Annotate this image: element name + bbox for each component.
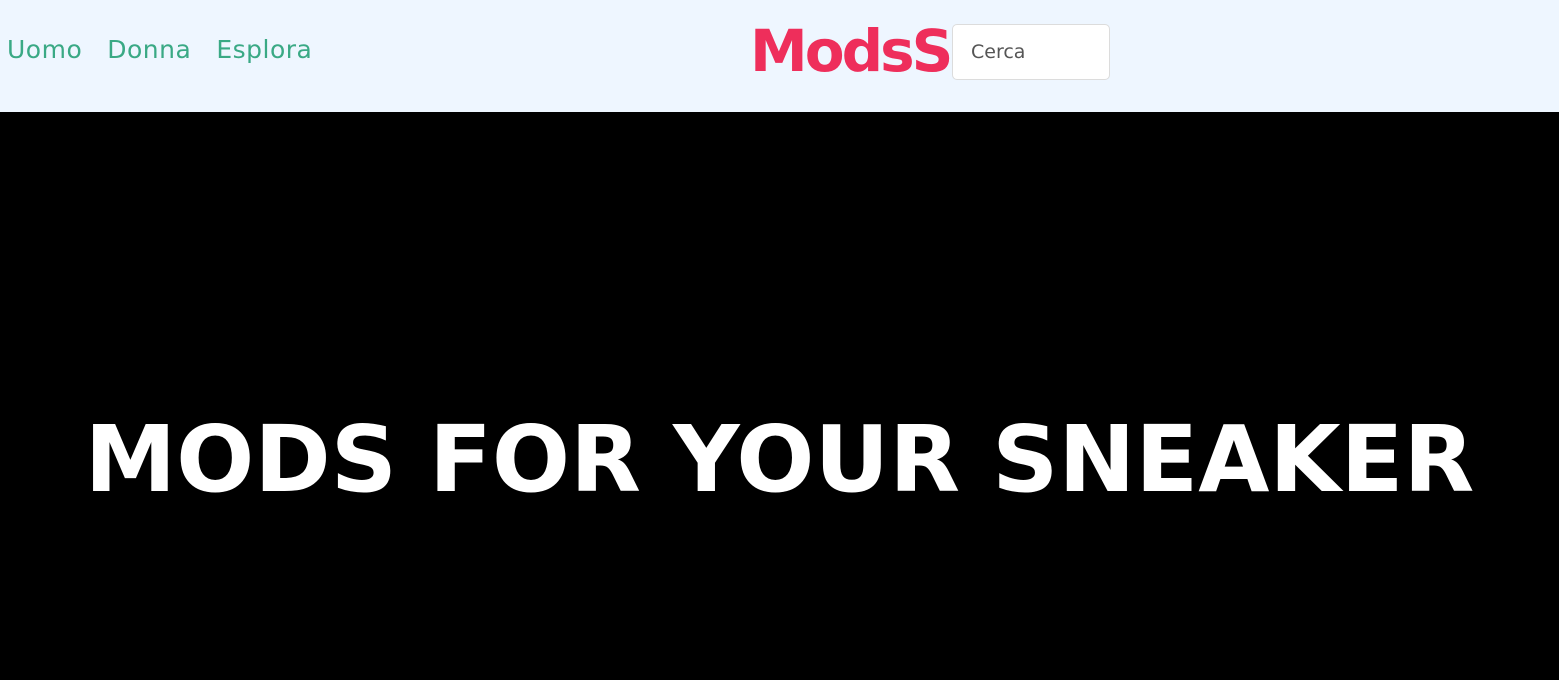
hero-title: MODS FOR YOUR SNEAKER: [84, 406, 1475, 513]
brand-logo[interactable]: ModsS: [750, 16, 953, 86]
nav-links: Uomo Donna Esplora: [7, 30, 312, 70]
search-input[interactable]: [952, 24, 1110, 80]
hero-banner: MODS FOR YOUR SNEAKER: [0, 112, 1559, 680]
nav-link-uomo[interactable]: Uomo: [7, 30, 82, 70]
nav-link-donna[interactable]: Donna: [107, 30, 191, 70]
top-navbar: Uomo Donna Esplora ModsS: [0, 0, 1559, 112]
nav-link-esplora[interactable]: Esplora: [216, 30, 312, 70]
